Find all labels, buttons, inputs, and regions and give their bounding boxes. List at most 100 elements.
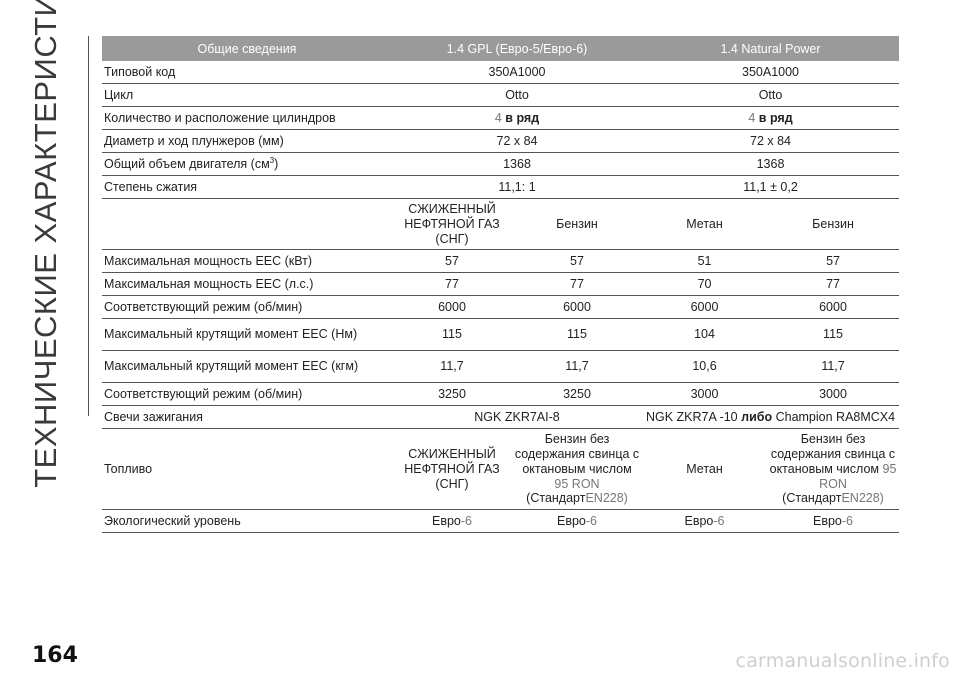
row-label: Типовой код [102, 61, 392, 84]
fuel-type-petrol: Бензин [767, 198, 900, 251]
emission-label: Евро [813, 513, 842, 528]
row-value: 11,7 [512, 350, 643, 384]
row-value: 3250 [392, 382, 512, 407]
row-value: 350A1000 [642, 61, 900, 84]
table-row: Экологический уровень Евро-6 Евро-6 Евро… [102, 509, 900, 533]
table-row: Свечи зажигания NGK ZKR7AI-8 NGK ZKR7A -… [102, 405, 900, 430]
row-label-text: Общий объем двигателя (см [104, 157, 270, 172]
row-label: Количество и расположение цилиндров [102, 106, 392, 130]
row-value: Евро-6 [392, 509, 512, 533]
row-value: 3000 [642, 382, 768, 407]
header-natural-power-label: 1.4 Natural Power [720, 41, 821, 56]
fuel-type-lpg: СЖИЖЕННЫЙ НЕФТЯНОЙ ГАЗ (СНГ) [392, 198, 512, 251]
value-number: 4 [748, 110, 756, 125]
table-row: Типовой код 350A1000 350A1000 [102, 61, 900, 84]
emission-level: -6 [585, 513, 598, 528]
row-label: Топливо [102, 428, 392, 510]
row-label: Соответствующий режим (об/мин) [102, 295, 392, 320]
row-value: 70 [642, 272, 768, 297]
row-value: 77 [767, 272, 900, 297]
row-value: Евро-6 [512, 509, 643, 533]
emission-level: -6 [713, 513, 725, 528]
side-divider [88, 36, 89, 416]
value-text: в ряд [505, 110, 540, 125]
fuel-petrol-standard: EN228) [585, 491, 628, 506]
row-value: NGK ZKR7AI-8 [392, 405, 643, 430]
emission-level: -6 [460, 513, 472, 528]
emission-label: Евро [557, 513, 586, 528]
table-row: Степень сжатия 11,1: 1 11,1 ± 0,2 [102, 175, 900, 199]
table-header-row: Общие сведения 1.4 GPL (Евро-5/Евро-6) 1… [102, 36, 900, 61]
row-value: 6000 [767, 295, 900, 320]
spark-plug-alternative: Champion RA8MCX4 [775, 409, 896, 424]
row-value: 115 [392, 318, 512, 352]
header-general: Общие сведения [102, 36, 392, 61]
table-row: Максимальная мощность ЕЕС (л.с.) 77 77 7… [102, 272, 900, 297]
header-gpl: 1.4 GPL (Евро-5/Евро-6) [392, 36, 643, 61]
row-value: 10,6 [642, 350, 768, 384]
row-label: Максимальная мощность ЕЕС (кВт) [102, 249, 392, 274]
row-value: 350A1000 [392, 61, 643, 84]
table-row: Максимальный крутящий момент ЕЕС (кгм) 1… [102, 350, 900, 384]
row-label-end: ) [274, 157, 279, 172]
emission-label: Евро [684, 513, 714, 528]
row-label: Соответствующий режим (об/мин) [102, 382, 392, 407]
section-side-title-text: ТЕХНИЧЕСКИЕ ХАРАКТЕРИСТИКИ [28, 0, 63, 488]
fuel-type-header-row: СЖИЖЕННЫЙ НЕФТЯНОЙ ГАЗ (СНГ) Бензин Мета… [102, 198, 900, 251]
fuel-petrol: Бензин без содержания свинца с октановым… [767, 428, 900, 510]
row-value: 1368 [642, 152, 900, 176]
section-side-title: ТЕХНИЧЕСКИЕ ХАРАКТЕРИСТИКИ [6, 0, 86, 488]
header-gpl-label: 1.4 GPL (Евро-5/Евро-6) [446, 41, 588, 56]
row-label: Свечи зажигания [102, 405, 392, 430]
row-value: 115 [512, 318, 643, 352]
row-value: Евро-6 [767, 509, 900, 533]
row-label: Экологический уровень [102, 509, 392, 533]
row-label: Диаметр и ход плунжеров (мм) [102, 129, 392, 153]
table-row: Топливо СЖИЖЕННЫЙ НЕФТЯНОЙ ГАЗ (СНГ) Бен… [102, 428, 900, 510]
row-value: 57 [512, 249, 643, 274]
row-value: 11,7 [392, 350, 512, 384]
row-value: 11,7 [767, 350, 900, 384]
fuel-type-petrol: Бензин [512, 198, 643, 251]
row-value: 57 [392, 249, 512, 274]
spark-plug-or: либо [741, 409, 773, 424]
watermark: carmanualsonline.info [735, 650, 950, 672]
row-value: 1368 [392, 152, 643, 176]
fuel-petrol-standard: EN228) [841, 491, 884, 506]
value-text: в ряд [758, 110, 793, 125]
row-value: 72 x 84 [392, 129, 643, 153]
fuel-petrol-ron: 95 RON [554, 476, 600, 491]
row-label: Цикл [102, 83, 392, 107]
fuel-petrol-standard-label: (Стандарт [782, 491, 842, 506]
row-value: 3000 [767, 382, 900, 407]
table-row: Цикл Otto Otto [102, 83, 900, 107]
row-value: 11,1 ± 0,2 [642, 175, 900, 199]
fuel-lpg: СЖИЖЕННЫЙ НЕФТЯНОЙ ГАЗ (СНГ) [392, 428, 512, 510]
row-value: 115 [767, 318, 900, 352]
table-row: Максимальная мощность ЕЕС (кВт) 57 57 51… [102, 249, 900, 274]
row-value: NGK ZKR7A -10 либо Champion RA8MCX4 [642, 405, 900, 430]
table-row: Соответствующий режим (об/мин) 6000 6000… [102, 295, 900, 320]
table-row: Максимальный крутящий момент ЕЕС (Нм) 11… [102, 318, 900, 352]
row-value: 4 в ряд [642, 106, 900, 130]
row-value: Евро-6 [642, 509, 768, 533]
row-value: 6000 [392, 295, 512, 320]
row-value: 104 [642, 318, 768, 352]
row-value: Otto [392, 83, 643, 107]
fuel-petrol: Бензин без содержания свинца с октановым… [512, 428, 643, 510]
table-row: Соответствующий режим (об/мин) 3250 3250… [102, 382, 900, 407]
fuel-petrol-octane-label: числом [836, 461, 880, 476]
row-value: 51 [642, 249, 768, 274]
engine-spec-table: Общие сведения 1.4 GPL (Евро-5/Евро-6) 1… [102, 36, 900, 533]
row-label: Общий объем двигателя (см3) [102, 152, 392, 176]
row-value: 6000 [642, 295, 768, 320]
row-value: Otto [642, 83, 900, 107]
fuel-petrol-standard-label: (Стандарт [526, 491, 586, 506]
emission-label: Евро [431, 513, 461, 528]
row-value: 77 [392, 272, 512, 297]
table-row: Количество и расположение цилиндров 4 в … [102, 106, 900, 130]
row-value: 11,1: 1 [392, 175, 643, 199]
table-row: Общий объем двигателя (см3) 1368 1368 [102, 152, 900, 176]
row-label: Максимальный крутящий момент ЕЕС (Нм) [102, 318, 392, 352]
spark-plug-primary: NGK ZKR7A -10 [645, 409, 738, 424]
